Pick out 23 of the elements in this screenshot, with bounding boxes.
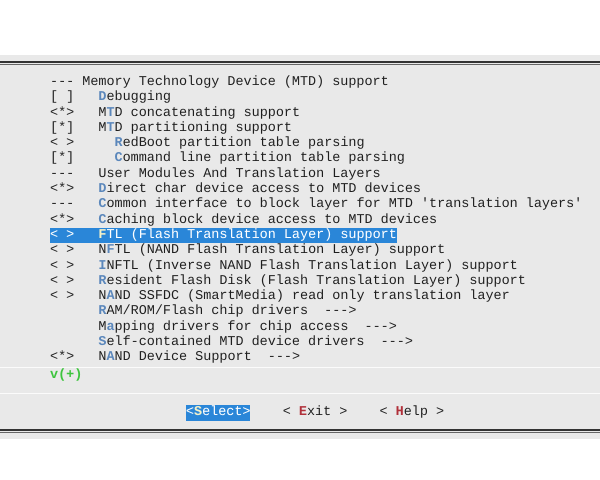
menu-item[interactable]: < > FTL (Flash Translation Layer) support: [50, 228, 397, 244]
menu-item[interactable]: Self-contained MTD device drivers --->: [98, 335, 413, 350]
menu-item[interactable]: [*] Command line partition table parsing: [50, 151, 405, 167]
menu-title: --- Memory Technology Device (MTD) support: [50, 75, 389, 90]
menu-item[interactable]: < > Resident Flash Disk (Flash Translation Layer) support: [50, 274, 526, 290]
menu-item[interactable]: <*> Direct char device access to MTD devices: [50, 182, 421, 198]
menu-item[interactable]: Mapping drivers for chip access --->: [98, 320, 397, 336]
menu-item[interactable]: [ ] Debugging: [50, 90, 171, 106]
menu-item[interactable]: --- Common interface to block layer for MTD 'translation layers': [50, 197, 582, 213]
menu-item[interactable]: <*> MTD concatenating support: [50, 106, 300, 121]
menu-button[interactable]: <Select>: [186, 405, 250, 421]
menu-item[interactable]: < > NAND SSFDC (SmartMedia) read only translation layer: [50, 289, 510, 304]
menu-item[interactable]: RAM/ROM/Flash chip drivers --->: [98, 304, 356, 320]
more-indicator: v(+): [49, 368, 84, 384]
menu-item[interactable]: [*] MTD partitioning support: [50, 120, 292, 136]
menu-item[interactable]: < > RedBoot partition table parsing: [50, 136, 365, 152]
menu-button[interactable]: < Help >: [380, 405, 444, 421]
menu-item[interactable]: < > INFTL (Inverse NAND Flash Translation Layer) support: [50, 258, 518, 274]
menu-item[interactable]: <*> Caching block device access to MTD devices: [50, 212, 438, 228]
menu-item[interactable]: < > NFTL (NAND Flash Translation Layer) support: [50, 243, 446, 259]
menu-item[interactable]: --- User Modules And Translation Layers: [50, 166, 381, 182]
menu-item[interactable]: <*> NAND Device Support --->: [50, 350, 300, 366]
menu-button[interactable]: < Exit >: [282, 405, 348, 421]
